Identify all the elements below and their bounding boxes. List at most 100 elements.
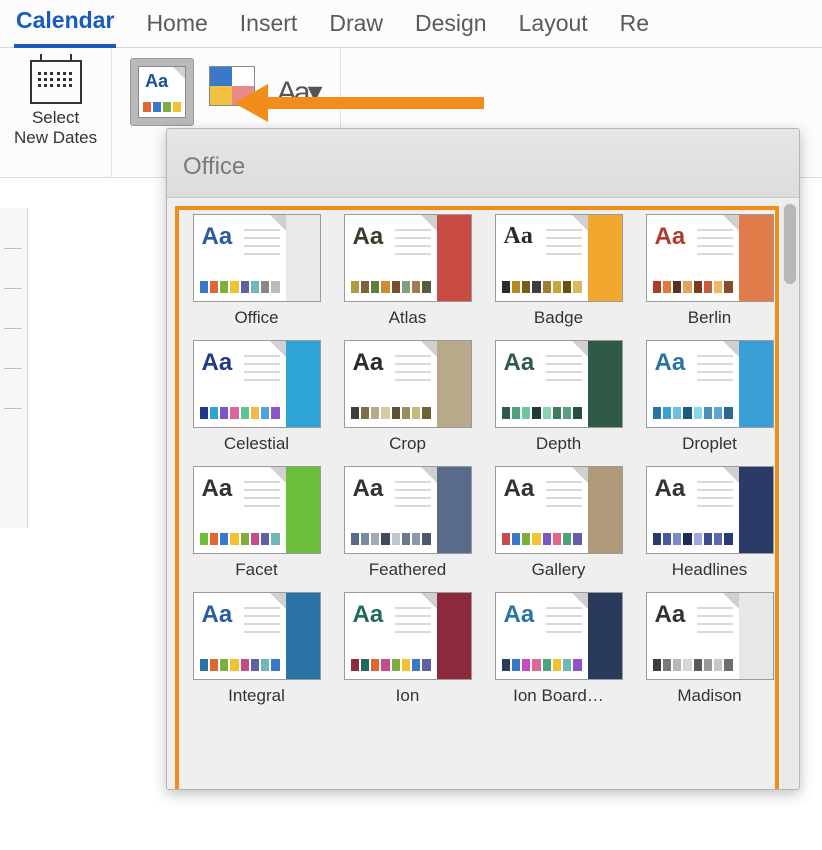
colors-icon bbox=[209, 66, 255, 106]
theme-label: Feathered bbox=[369, 560, 447, 580]
theme-sample-text: Aa bbox=[504, 475, 535, 503]
theme-item-facet[interactable]: Aa Facet bbox=[183, 462, 330, 584]
theme-item-ion-board-[interactable]: Aa Ion Board… bbox=[485, 588, 632, 710]
theme-sample-text: Aa bbox=[353, 223, 384, 251]
themes-scrollbar[interactable] bbox=[782, 202, 798, 790]
theme-label: Berlin bbox=[688, 308, 731, 328]
theme-swatch-row bbox=[653, 407, 733, 419]
calendar-icon bbox=[30, 60, 82, 104]
theme-fonts-button[interactable]: Aa▾ bbox=[270, 64, 326, 120]
theme-swatch-row bbox=[653, 533, 733, 545]
theme-item-ion[interactable]: Aa Ion bbox=[334, 588, 481, 710]
theme-sample-text: Aa bbox=[353, 475, 384, 503]
theme-label: Celestial bbox=[224, 434, 289, 454]
theme-swatch-row bbox=[502, 407, 582, 419]
theme-thumbnail: Aa bbox=[495, 340, 623, 428]
tab-home[interactable]: Home bbox=[144, 6, 209, 47]
theme-label: Crop bbox=[389, 434, 426, 454]
theme-swatch-row bbox=[502, 659, 582, 671]
theme-swatch-row bbox=[351, 281, 431, 293]
theme-thumbnail: Aa bbox=[495, 466, 623, 554]
themes-dropdown-body: Aa Office Aa Atlas Aa Badge Aa Berlin Aa Celestia… bbox=[167, 198, 799, 790]
theme-item-headlines[interactable]: AaHeadlines bbox=[636, 462, 783, 584]
theme-item-badge[interactable]: Aa Badge bbox=[485, 210, 632, 332]
theme-item-berlin[interactable]: Aa Berlin bbox=[636, 210, 783, 332]
theme-thumbnail: Aa bbox=[344, 466, 472, 554]
theme-thumbnail: Aa bbox=[344, 214, 472, 302]
theme-label: Depth bbox=[536, 434, 581, 454]
theme-sample-text: Aa bbox=[202, 475, 233, 503]
select-new-dates-label: Select New Dates bbox=[14, 108, 97, 147]
theme-label: Ion bbox=[396, 686, 420, 706]
theme-thumbnail: Aa bbox=[193, 214, 321, 302]
theme-swatch-row bbox=[653, 659, 733, 671]
theme-sample-text: Aa bbox=[202, 601, 233, 629]
fonts-icon: Aa▾ bbox=[277, 75, 320, 110]
theme-swatch-row bbox=[200, 407, 280, 419]
theme-thumbnail: Aa bbox=[344, 340, 472, 428]
theme-item-gallery[interactable]: Aa Gallery bbox=[485, 462, 632, 584]
theme-sample-text: Aa bbox=[504, 349, 535, 377]
themes-button[interactable]: Aa bbox=[130, 58, 194, 126]
tab-design[interactable]: Design bbox=[413, 6, 489, 47]
theme-label: Badge bbox=[534, 308, 583, 328]
theme-sample-text: Aa bbox=[504, 223, 533, 250]
theme-thumbnail: Aa bbox=[193, 592, 321, 680]
theme-swatch-row bbox=[502, 281, 582, 293]
theme-label: Facet bbox=[235, 560, 278, 580]
theme-sample-text: Aa bbox=[504, 601, 535, 629]
theme-swatch-row bbox=[200, 659, 280, 671]
theme-label: Atlas bbox=[389, 308, 427, 328]
theme-swatch-row bbox=[351, 659, 431, 671]
theme-swatch-row bbox=[200, 533, 280, 545]
theme-item-office[interactable]: Aa Office bbox=[183, 210, 330, 332]
theme-label: Madison bbox=[677, 686, 741, 706]
theme-sample-text: Aa bbox=[655, 475, 686, 503]
theme-sample-text: Aa bbox=[655, 349, 686, 377]
theme-item-droplet[interactable]: Aa Droplet bbox=[636, 336, 783, 458]
theme-swatch-row bbox=[351, 533, 431, 545]
tab-draw[interactable]: Draw bbox=[327, 6, 385, 47]
theme-thumbnail: Aa bbox=[344, 592, 472, 680]
ribbon-tabs: Calendar Home Insert Draw Design Layout … bbox=[0, 0, 822, 48]
theme-swatch-row bbox=[653, 281, 733, 293]
theme-thumbnail: Aa bbox=[495, 214, 623, 302]
themes-section-header: Office bbox=[167, 129, 799, 198]
theme-sample-text: Aa bbox=[202, 223, 233, 251]
theme-thumbnail: Aa bbox=[193, 466, 321, 554]
theme-item-depth[interactable]: Aa Depth bbox=[485, 336, 632, 458]
tab-layout[interactable]: Layout bbox=[517, 6, 590, 47]
theme-label: Gallery bbox=[532, 560, 586, 580]
theme-colors-button[interactable] bbox=[204, 58, 260, 114]
themes-icon: Aa bbox=[138, 66, 186, 118]
theme-item-atlas[interactable]: Aa Atlas bbox=[334, 210, 481, 332]
tab-calendar[interactable]: Calendar bbox=[14, 3, 116, 48]
theme-thumbnail: Aa bbox=[646, 214, 774, 302]
tab-insert[interactable]: Insert bbox=[238, 6, 300, 47]
group-select-dates: Select New Dates bbox=[0, 48, 112, 177]
theme-label: Office bbox=[234, 308, 278, 328]
vertical-ruler bbox=[0, 208, 28, 528]
theme-thumbnail: Aa bbox=[646, 592, 774, 680]
theme-item-crop[interactable]: Aa Crop bbox=[334, 336, 481, 458]
theme-sample-text: Aa bbox=[655, 223, 686, 251]
theme-swatch-row bbox=[351, 407, 431, 419]
theme-sample-text: Aa bbox=[353, 601, 384, 629]
theme-sample-text: Aa bbox=[655, 601, 686, 629]
theme-sample-text: Aa bbox=[353, 349, 384, 377]
theme-item-madison[interactable]: Aa Madison bbox=[636, 588, 783, 710]
theme-sample-text: Aa bbox=[202, 349, 233, 377]
theme-label: Droplet bbox=[682, 434, 737, 454]
select-new-dates-button[interactable]: Select New Dates bbox=[14, 56, 97, 147]
themes-dropdown: Office Aa Office Aa Atlas Aa Badge Aa Berlin Aa C… bbox=[166, 128, 800, 790]
theme-thumbnail: Aa bbox=[646, 466, 774, 554]
theme-item-integral[interactable]: AaIntegral bbox=[183, 588, 330, 710]
theme-label: Ion Board… bbox=[513, 686, 604, 706]
theme-thumbnail: Aa bbox=[495, 592, 623, 680]
theme-thumbnail: Aa bbox=[193, 340, 321, 428]
themes-grid: Aa Office Aa Atlas Aa Badge Aa Berlin Aa Celestia… bbox=[167, 198, 799, 722]
themes-scrollbar-thumb[interactable] bbox=[784, 204, 796, 284]
theme-item-feathered[interactable]: Aa Feathered bbox=[334, 462, 481, 584]
theme-item-celestial[interactable]: Aa Celestial bbox=[183, 336, 330, 458]
tab-references-partial[interactable]: Re bbox=[618, 6, 651, 47]
